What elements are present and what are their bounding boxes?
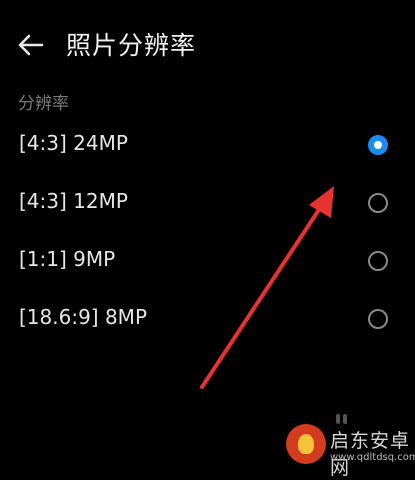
page-title: 照片分辨率 xyxy=(66,31,197,60)
radio-button-selected[interactable] xyxy=(368,135,388,155)
option-label: [4:3] 12MP xyxy=(19,189,128,213)
radio-button[interactable] xyxy=(368,251,388,271)
radio-button[interactable] xyxy=(368,309,388,329)
app-header: 照片分辨率 xyxy=(0,0,415,90)
watermark-url: www.qdltdsq.com xyxy=(330,452,415,463)
back-button[interactable] xyxy=(14,28,48,62)
section-header: 分辨率 xyxy=(18,94,69,114)
resolution-option-1-1-9mp[interactable]: [1:1] 9MP xyxy=(0,235,415,291)
option-label: [18.6:9] 8MP xyxy=(19,305,147,329)
site-watermark: 启东安卓网 www.qdltdsq.com xyxy=(282,418,415,479)
option-label: [4:3] 24MP xyxy=(19,131,128,155)
option-label: [1:1] 9MP xyxy=(19,247,116,271)
arrow-left-icon xyxy=(18,34,44,56)
resolution-option-4-3-24mp[interactable]: [4:3] 24MP xyxy=(0,119,415,175)
resolution-option-18-6-9-8mp[interactable]: [18.6:9] 8MP xyxy=(0,293,415,349)
radio-button[interactable] xyxy=(368,193,388,213)
resolution-option-4-3-12mp[interactable]: [4:3] 12MP xyxy=(0,177,415,233)
watermark-logo-icon xyxy=(286,424,326,464)
